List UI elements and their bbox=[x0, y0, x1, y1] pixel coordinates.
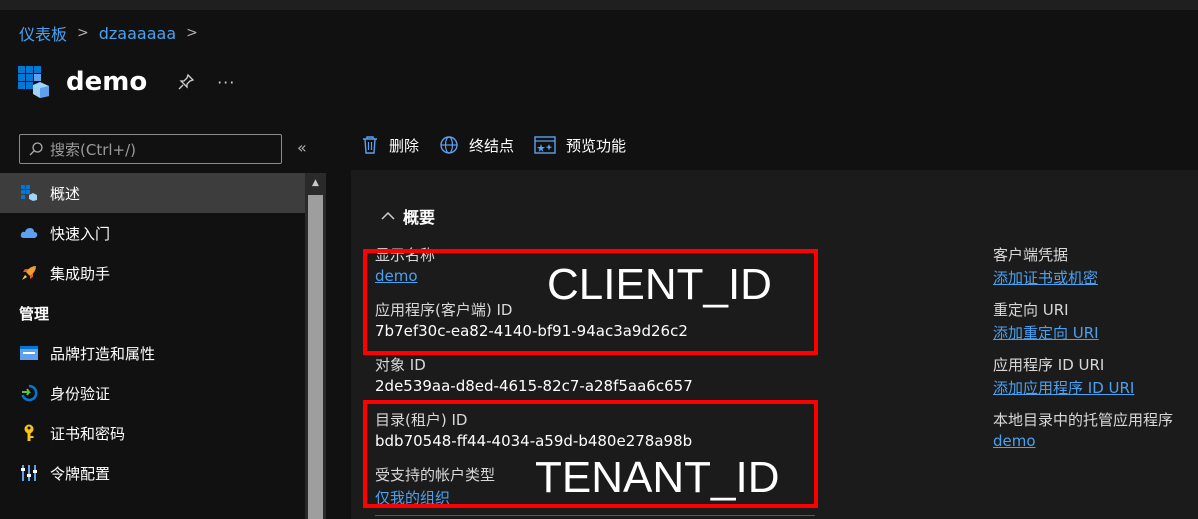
sidebar-nav: 概述 快速入门 集成助手 管理 品牌打造和属性 身份验证 证书和密码 令牌配置 bbox=[0, 173, 305, 493]
sidebar-scrollbar[interactable]: ▲ bbox=[305, 173, 326, 519]
essentials-toggle[interactable]: 概要 bbox=[381, 204, 435, 228]
sidebar-item-label: 身份验证 bbox=[50, 384, 111, 403]
delete-label: 删除 bbox=[389, 136, 420, 155]
sidebar-item-branding[interactable]: 品牌打造和属性 bbox=[0, 333, 305, 373]
client-id-annotation: CLIENT_ID bbox=[547, 260, 772, 309]
command-bar: 删除 终结点 预览功能 bbox=[351, 120, 1198, 170]
pin-icon[interactable] bbox=[175, 71, 197, 93]
app-id-uri-label: 应用程序 ID URI bbox=[993, 356, 1105, 374]
search-placeholder: 搜索(Ctrl+/) bbox=[50, 140, 137, 159]
auth-icon bbox=[19, 383, 39, 403]
globe-icon bbox=[440, 136, 458, 154]
endpoints-label: 终结点 bbox=[469, 136, 515, 155]
sidebar-item-quickstart[interactable]: 快速入门 bbox=[0, 213, 305, 253]
app-grid-icon bbox=[19, 183, 39, 203]
more-options-button[interactable]: ··· bbox=[215, 71, 237, 93]
sidebar: 搜索(Ctrl+/) « 概述 快速入门 集成助手 管理 品牌打造和属性 身份验… bbox=[0, 120, 326, 519]
redirect-uri-label: 重定向 URI bbox=[993, 301, 1069, 319]
breadcrumb-separator: > bbox=[77, 25, 89, 41]
breadcrumb: 仪表板 > dzaaaaaa > bbox=[19, 21, 208, 45]
sidebar-item-label: 集成助手 bbox=[50, 264, 111, 283]
token-config-icon bbox=[19, 463, 39, 483]
top-bar bbox=[0, 0, 1198, 10]
chevron-up-icon bbox=[381, 211, 395, 220]
add-redirect-uri-link[interactable]: 添加重定向 URI bbox=[993, 322, 1099, 343]
key-icon bbox=[19, 423, 39, 443]
scroll-up-arrow-icon[interactable]: ▲ bbox=[305, 173, 326, 193]
endpoints-button[interactable]: 终结点 bbox=[439, 135, 514, 156]
delete-button[interactable]: 删除 bbox=[361, 135, 419, 156]
preview-features-icon bbox=[534, 136, 556, 154]
breadcrumb-dashboard[interactable]: 仪表板 bbox=[19, 21, 67, 45]
page-header: demo ··· bbox=[18, 60, 255, 104]
search-icon bbox=[29, 142, 43, 156]
object-id-label: 对象 ID bbox=[375, 356, 426, 374]
sidebar-item-label: 概述 bbox=[50, 184, 81, 203]
managed-app-link[interactable]: demo bbox=[993, 432, 1036, 450]
add-app-id-uri-link[interactable]: 添加应用程序 ID URI bbox=[993, 377, 1134, 398]
search-input[interactable]: 搜索(Ctrl+/) bbox=[19, 134, 282, 164]
sidebar-item-integration-assistant[interactable]: 集成助手 bbox=[0, 253, 305, 293]
sidebar-section-manage: 管理 bbox=[19, 304, 50, 323]
tenant-id-annotation: TENANT_ID bbox=[535, 453, 780, 502]
sidebar-item-overview[interactable]: 概述 bbox=[0, 173, 305, 213]
breadcrumb-directory[interactable]: dzaaaaaa bbox=[99, 24, 176, 43]
cloud-icon bbox=[19, 223, 39, 243]
page-title: demo bbox=[66, 67, 148, 97]
object-id-value: 2de539aa-d8ed-4615-82c7-a28f5aa6c657 bbox=[375, 377, 693, 395]
sidebar-item-label: 令牌配置 bbox=[50, 464, 111, 483]
app-registration-icon bbox=[18, 66, 49, 98]
collapse-sidebar-button[interactable]: « bbox=[297, 138, 307, 157]
preview-features-label: 预览功能 bbox=[566, 136, 627, 155]
sidebar-item-certificates-secrets[interactable]: 证书和密码 bbox=[0, 413, 305, 453]
sidebar-item-token-configuration[interactable]: 令牌配置 bbox=[0, 453, 305, 493]
managed-app-label: 本地目录中的托管应用程序 bbox=[993, 411, 1174, 429]
add-certificate-secret-link[interactable]: 添加证书或机密 bbox=[993, 267, 1098, 288]
divider bbox=[375, 515, 815, 516]
sidebar-item-authentication[interactable]: 身份验证 bbox=[0, 373, 305, 413]
main-content: 删除 终结点 预览功能 概要 显示名称 demo 应用程序(客户端) ID 7b… bbox=[351, 120, 1198, 519]
rocket-icon bbox=[19, 263, 39, 283]
sidebar-item-label: 快速入门 bbox=[50, 224, 111, 243]
preview-features-button[interactable]: 预览功能 bbox=[534, 135, 626, 156]
breadcrumb-separator: > bbox=[186, 25, 198, 41]
client-credentials-label: 客户端凭据 bbox=[993, 246, 1069, 264]
trash-icon bbox=[363, 136, 377, 154]
branding-icon bbox=[19, 343, 39, 363]
sidebar-item-label: 证书和密码 bbox=[50, 424, 126, 443]
essentials-heading: 概要 bbox=[403, 208, 436, 227]
scrollbar-thumb[interactable] bbox=[308, 195, 323, 519]
sidebar-item-label: 品牌打造和属性 bbox=[50, 344, 156, 363]
